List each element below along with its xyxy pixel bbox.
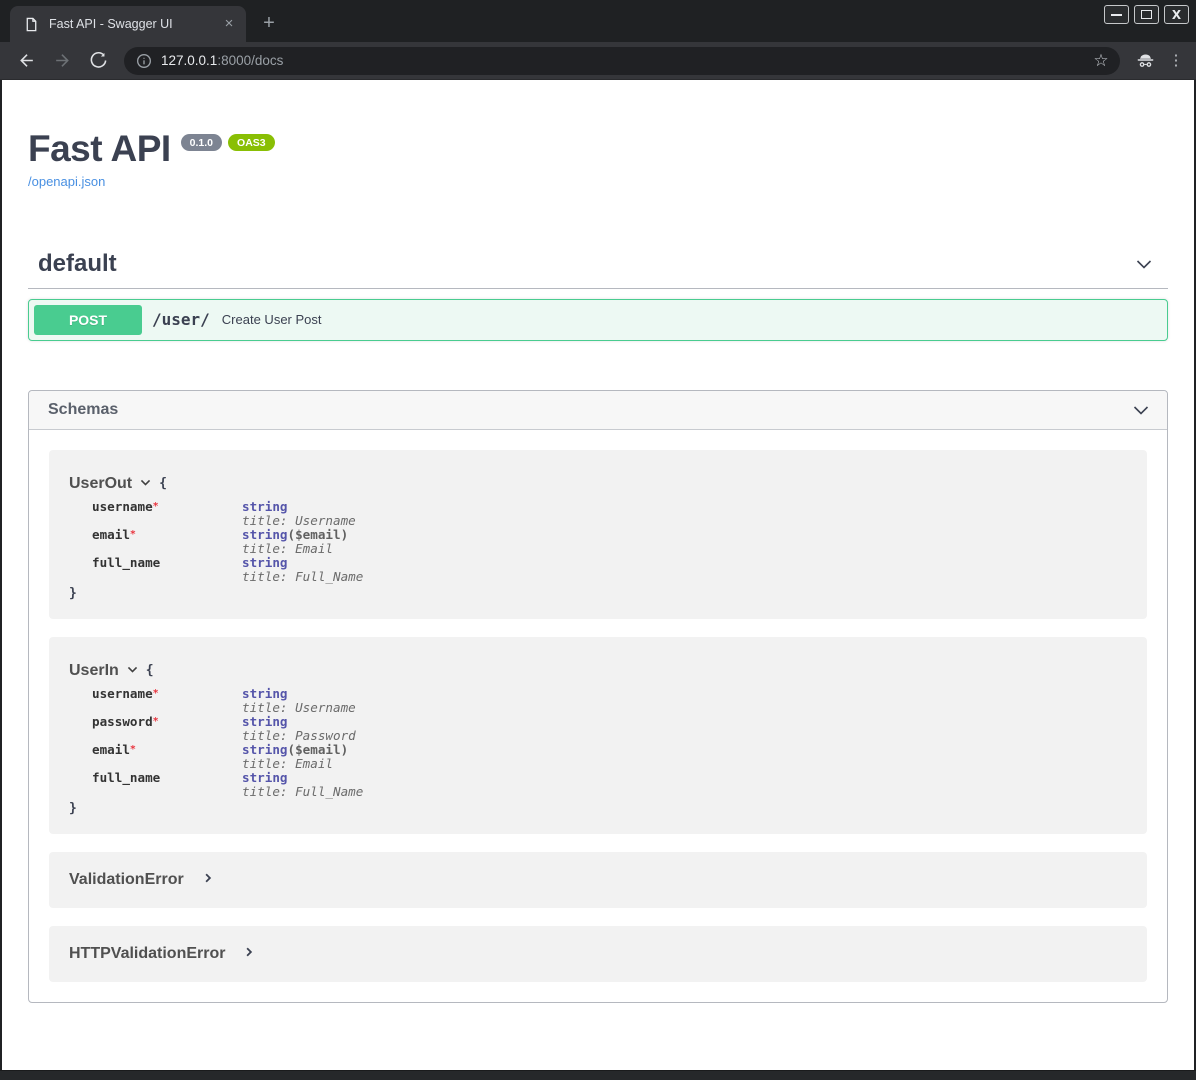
bookmark-star-icon[interactable]: ☆ [1088,48,1114,74]
method-post-badge[interactable]: POST [34,305,142,335]
close-brace: } [69,801,1127,816]
browser-toolbar: 127.0.0.1:8000/docs ☆ ⋮ [0,42,1196,80]
chevron-down-icon[interactable] [1134,254,1154,274]
open-brace: { [159,476,167,491]
required-star: * [153,688,159,699]
new-tab-button[interactable]: + [256,11,282,37]
close-button[interactable]: X [1164,5,1189,24]
property-desc: stringtitle: Username [242,687,356,715]
browser-menu-icon[interactable]: ⋮ [1164,47,1188,75]
operation-summary: Create User Post [222,312,322,327]
property-row: password* stringtitle: Password [92,715,1127,743]
url-text[interactable]: 127.0.0.1:8000/docs [161,53,1088,68]
page-document-icon [24,17,39,32]
property-name: email* [92,743,242,757]
property-row: full_name stringtitle: Full_Name [92,556,1127,584]
forward-button[interactable] [48,47,76,75]
schemas-title: Schemas [48,401,118,419]
tag-title: default [38,250,117,278]
model-userin-toggle[interactable]: UserIn { [69,661,1127,681]
property-row: username* stringtitle: Username [92,687,1127,715]
chevron-right-icon [243,945,255,963]
api-badges: 0.1.0 OAS3 [181,134,275,151]
property-table: username* stringtitle: Username password… [92,687,1127,799]
property-name: full_name [92,556,242,570]
required-star: * [153,716,159,727]
model-httpvalidationerror[interactable]: HTTPValidationError [49,926,1147,982]
property-desc: stringtitle: Username [242,500,356,528]
property-name: email* [92,528,242,542]
close-brace: } [69,586,1127,601]
property-desc: string($email)title: Email [242,743,348,771]
chevron-down-icon[interactable] [1131,400,1151,420]
property-name: username* [92,500,242,514]
schemas-body: UserOut { username* stringtitle: Usernam… [29,430,1167,1002]
close-icon: X [1172,8,1181,22]
property-table: username* stringtitle: Username email* s… [92,500,1127,584]
browser-window: Fast API - Swagger UI × + X [0,0,1196,1080]
model-title: ValidationError [69,871,184,889]
operation-path: /user/ [152,310,210,329]
model-userout: UserOut { username* stringtitle: Usernam… [49,450,1147,619]
model-title: HTTPValidationError [69,945,225,963]
opblock-summary[interactable]: POST /user/ Create User Post [29,300,1167,340]
maximize-icon [1141,10,1152,19]
site-info-icon[interactable] [136,53,152,69]
property-desc: stringtitle: Full_Name [242,771,363,799]
tab-title: Fast API - Swagger UI [49,17,220,31]
minimize-icon [1111,14,1122,16]
chevron-right-icon [202,871,214,889]
tab-strip: Fast API - Swagger UI × + X [0,0,1196,42]
tag-header-default[interactable]: default [28,240,1168,289]
swagger-ui: Fast API 0.1.0 OAS3 /openapi.json defaul… [2,130,1194,1003]
property-desc: stringtitle: Full_Name [242,556,363,584]
back-button[interactable] [12,47,40,75]
url-path: :8000/docs [217,53,283,68]
tab-close-icon[interactable]: × [220,15,238,33]
required-star: * [130,744,136,755]
schemas-header[interactable]: Schemas [29,391,1167,430]
opblock-post-user: POST /user/ Create User Post [28,299,1168,341]
model-userin: UserIn { username* stringtitle: Username [49,637,1147,834]
property-desc: string($email)title: Email [242,528,348,556]
oas3-badge: OAS3 [228,134,275,151]
address-bar[interactable]: 127.0.0.1:8000/docs ☆ [124,47,1120,75]
chevron-down-icon [139,476,152,494]
property-desc: stringtitle: Password [242,715,356,743]
page-viewport: Fast API 0.1.0 OAS3 /openapi.json defaul… [2,80,1194,1070]
chevron-down-icon [126,663,139,681]
required-star: * [130,529,136,540]
tag-section-default: default POST /user/ Create User Post [28,240,1168,341]
window-controls: X [1104,5,1189,24]
reload-icon [89,51,108,70]
version-badge: 0.1.0 [181,134,222,151]
arrow-left-icon [17,51,36,70]
reload-button[interactable] [84,47,112,75]
open-brace: { [146,663,154,678]
model-validationerror[interactable]: ValidationError [49,852,1147,908]
property-row: email* string($email)title: Email [92,743,1127,771]
property-row: username* stringtitle: Username [92,500,1127,528]
model-title: UserOut [69,475,132,493]
property-name: full_name [92,771,242,785]
model-userout-toggle[interactable]: UserOut { [69,474,1127,494]
property-name: password* [92,715,242,729]
url-host: 127.0.0.1 [161,53,217,68]
property-row: full_name stringtitle: Full_Name [92,771,1127,799]
schemas-section: Schemas UserOut { [28,390,1168,1003]
property-name: username* [92,687,242,701]
api-info: Fast API 0.1.0 OAS3 /openapi.json [28,130,1168,191]
property-row: email* string($email)title: Email [92,528,1127,556]
maximize-button[interactable] [1134,5,1159,24]
openapi-json-link[interactable]: /openapi.json [28,174,105,189]
tab-fast-api[interactable]: Fast API - Swagger UI × [10,6,246,42]
minimize-button[interactable] [1104,5,1129,24]
page-title: Fast API [28,130,171,169]
window-frame-bottom [0,1070,1196,1080]
arrow-right-icon [53,51,72,70]
required-star: * [153,501,159,512]
model-title: UserIn [69,662,119,680]
incognito-icon [1130,47,1160,75]
